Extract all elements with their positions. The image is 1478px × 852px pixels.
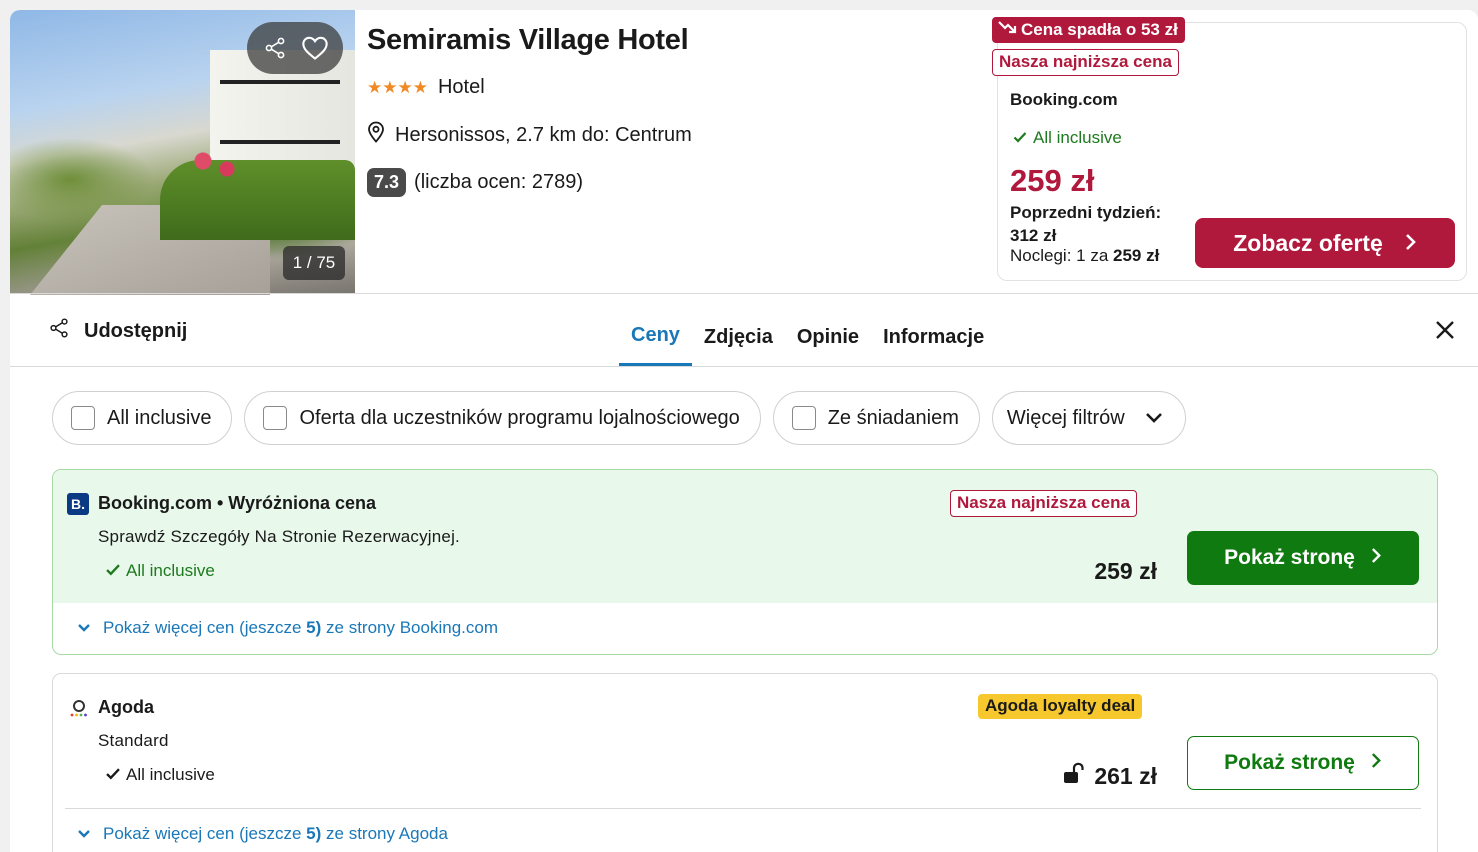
lowest-price-tag: Nasza najniższa cena [950, 490, 1137, 517]
tab-info[interactable]: Informacje [871, 308, 996, 366]
photo-flowers [185, 145, 245, 185]
photo-actions [247, 22, 343, 74]
previous-week-price: Poprzedni tydzień: 312 zł [1010, 203, 1162, 245]
hotel-card: 1 / 75 Semiramis Village Hotel ★★★★ Hote… [10, 10, 1478, 852]
unlock-icon [1062, 762, 1084, 790]
row-divider [65, 808, 1421, 809]
map-pin-icon [367, 121, 385, 149]
more-filters-dropdown[interactable]: Więcej filtrów [991, 391, 1186, 445]
offer-row-booking: B. Booking.com • Wyróżniona cena Sprawdź… [52, 469, 1438, 655]
more-prices-link[interactable]: Pokaż więcej cen (jeszcze 5) ze strony A… [77, 824, 448, 844]
detail-tabs: Ceny Zdjęcia Opinie Informacje [619, 308, 996, 366]
filter-breakfast[interactable]: Ze śniadaniem [772, 391, 980, 445]
price-drop-badge: Cena spadła o 53 zł [992, 17, 1185, 43]
offer-description: Standard [98, 731, 169, 750]
offer-inclusion: All inclusive [105, 765, 215, 785]
chevron-right-icon [1371, 751, 1382, 775]
filter-all-inclusive[interactable]: All inclusive [52, 391, 233, 445]
show-site-button[interactable]: Pokaż stronę [1187, 736, 1419, 790]
star-rating: ★★★★ [367, 77, 428, 97]
chevron-down-icon [77, 824, 91, 844]
tab-reviews[interactable]: Opinie [785, 308, 871, 366]
filter-chips: All inclusive Oferta dla uczestników pro… [52, 391, 1186, 445]
stars-row: ★★★★ Hotel [367, 76, 485, 99]
chevron-right-icon [1405, 230, 1417, 257]
share-icon[interactable] [258, 31, 292, 65]
checkbox[interactable] [71, 406, 95, 430]
tabs-divider [10, 366, 1478, 367]
hotel-name[interactable]: Semiramis Village Hotel [367, 24, 689, 57]
top-offer-provider: Booking.com [1010, 90, 1118, 109]
offer-provider: Agoda [98, 697, 154, 717]
view-offer-button[interactable]: Zobacz ofertę [1195, 218, 1455, 268]
location-text: Hersonissos, 2.7 km do: Centrum [395, 123, 692, 146]
heart-icon[interactable] [298, 31, 332, 65]
trend-down-icon [998, 19, 1018, 40]
offer-price: 259 zł [1094, 558, 1157, 584]
share-icon [48, 317, 70, 345]
offer-price: 261 zł [1062, 762, 1157, 790]
close-icon[interactable] [1433, 318, 1457, 342]
review-count: (liczba ocen: 2789) [414, 171, 584, 193]
tab-prices[interactable]: Ceny [619, 308, 692, 366]
check-icon [1013, 128, 1027, 148]
tab-photos[interactable]: Zdjęcia [692, 308, 785, 366]
agoda-logo [69, 698, 89, 718]
top-offer-price: 259 zł [1010, 163, 1095, 198]
offer-description: Sprawdź Szczegóły Na Stronie Rezerwacyjn… [98, 527, 460, 546]
filter-loyalty-program[interactable]: Oferta dla uczestników programu lojalnoś… [244, 391, 761, 445]
offer-row-agoda: Agoda Standard All inclusive Agoda loyal… [52, 673, 1438, 852]
loyalty-deal-tag: Agoda loyalty deal [978, 694, 1143, 719]
offer-provider: Booking.com • Wyróżniona cena [98, 493, 377, 513]
offer-inclusion: All inclusive [105, 561, 215, 581]
check-icon [105, 765, 121, 785]
top-offer-inclusion: All inclusive [1013, 128, 1122, 148]
share-button[interactable]: Udostępnij [48, 317, 187, 345]
chevron-down-icon [77, 618, 91, 638]
more-prices-link[interactable]: Pokaż więcej cen (jeszcze 5) ze strony B… [77, 618, 498, 638]
checkbox[interactable] [263, 406, 288, 430]
booking-logo: B. [67, 493, 89, 515]
hotel-type: Hotel [437, 76, 485, 98]
hotel-photo[interactable]: 1 / 75 [10, 10, 355, 295]
location-row[interactable]: Hersonissos, 2.7 km do: Centrum [367, 121, 692, 149]
chevron-down-icon [1145, 407, 1163, 430]
rating-row[interactable]: 7.3 (liczba ocen: 2789) [367, 168, 583, 197]
show-site-button[interactable]: Pokaż stronę [1187, 531, 1419, 585]
rating-badge: 7.3 [367, 168, 407, 197]
chevron-right-icon [1371, 546, 1382, 570]
check-icon [105, 561, 121, 581]
nights-summary: Noclegi: 1 za 259 zł [1010, 246, 1160, 265]
header-divider [10, 293, 1478, 294]
photo-counter: 1 / 75 [283, 246, 345, 280]
checkbox[interactable] [791, 406, 816, 430]
lowest-price-badge: Nasza najniższa cena [992, 49, 1179, 76]
